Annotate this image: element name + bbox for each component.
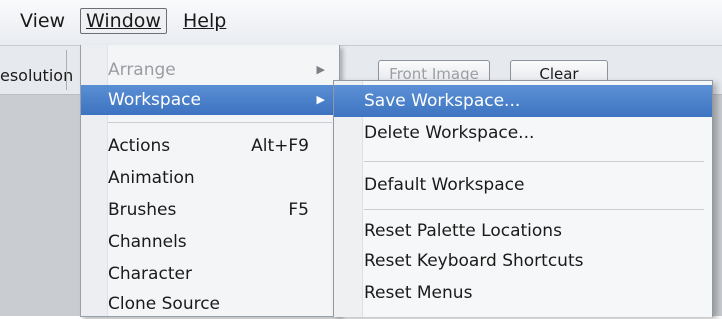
shortcut-brushes: F5	[288, 200, 309, 220]
menu-separator	[108, 122, 332, 123]
submenu-item-reset-palette-locations[interactable]: Reset Palette Locations	[334, 215, 712, 247]
submenu-item-default-workspace[interactable]: Default Workspace	[334, 169, 712, 201]
menu-help-label: Help	[183, 10, 227, 32]
menu-item-clone-source[interactable]: Clone Source	[81, 289, 339, 319]
submenu-separator	[364, 209, 704, 210]
menu-item-channels[interactable]: Channels	[81, 227, 339, 257]
submenu-item-delete-workspace[interactable]: Delete Workspace...	[334, 117, 712, 149]
default-workspace-label: Default Workspace	[364, 175, 525, 195]
menu-item-actions-label: Actions	[108, 136, 171, 156]
menu-help[interactable]: Help	[177, 8, 232, 34]
menu-item-animation-label: Animation	[108, 168, 195, 188]
submenu-arrow-icon: ▶	[316, 93, 325, 106]
menu-item-brushes[interactable]: Brushes F5	[81, 195, 339, 225]
menu-item-arrange[interactable]: Arrange ▶	[81, 55, 339, 85]
options-separator	[66, 50, 67, 90]
delete-workspace-label: Delete Workspace...	[364, 123, 535, 143]
submenu-item-reset-keyboard-shortcuts[interactable]: Reset Keyboard Shortcuts	[334, 245, 712, 277]
menu-window[interactable]: Window	[80, 8, 167, 34]
resolution-label: esolution	[0, 66, 74, 85]
menu-item-arrange-label: Arrange	[108, 60, 176, 80]
menu-item-channels-label: Channels	[108, 232, 187, 252]
menu-view-label: View	[20, 10, 66, 32]
submenu-arrow-icon: ▶	[316, 63, 325, 76]
reset-menus-label: Reset Menus	[364, 283, 473, 303]
shortcut-actions: Alt+F9	[251, 136, 309, 156]
workspace-submenu: Save Workspace... Delete Workspace... De…	[333, 80, 713, 317]
menu-item-actions[interactable]: Actions Alt+F9	[81, 131, 339, 161]
submenu-item-reset-menus[interactable]: Reset Menus	[334, 277, 712, 309]
window-menu: Arrange ▶ Workspace ▶ Actions Alt+F9 Ani…	[80, 45, 340, 317]
menu-item-animation[interactable]: Animation	[81, 163, 339, 193]
menu-item-workspace[interactable]: Workspace ▶	[81, 85, 339, 115]
reset-keyboard-shortcuts-label: Reset Keyboard Shortcuts	[364, 251, 584, 271]
menu-window-label: Window	[86, 10, 161, 32]
menu-item-clone-source-label: Clone Source	[108, 294, 221, 314]
menu-item-workspace-label: Workspace	[108, 90, 201, 110]
menu-item-character-label: Character	[108, 264, 192, 284]
reset-palette-locations-label: Reset Palette Locations	[364, 221, 562, 241]
submenu-item-save-workspace[interactable]: Save Workspace...	[334, 85, 712, 117]
menu-item-brushes-label: Brushes	[108, 200, 177, 220]
menu-view[interactable]: View	[14, 8, 71, 34]
menu-bar: View Window Help	[0, 0, 722, 46]
menu-item-character[interactable]: Character	[81, 259, 339, 289]
save-workspace-label: Save Workspace...	[364, 91, 521, 111]
submenu-separator	[364, 161, 704, 162]
